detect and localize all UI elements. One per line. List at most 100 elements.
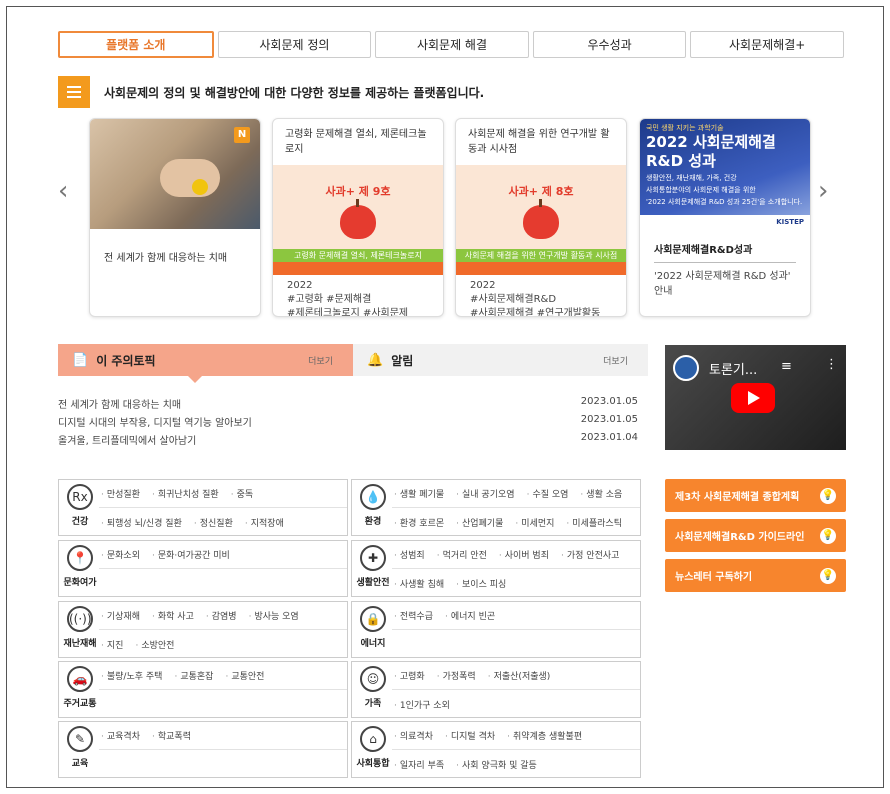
category-icon-block[interactable]: Rx 건강 — [61, 484, 99, 527]
news-title[interactable]: 올겨울, 트리플데믹에서 살아남기 — [58, 432, 196, 450]
news-row[interactable]: 전 세계가 함께 대응하는 치매 2023.01.05 — [58, 396, 648, 414]
category-icon-block[interactable]: 💧 환경 — [354, 484, 392, 527]
category-item[interactable]: 문화소외 — [101, 548, 140, 561]
news-title[interactable]: 디지털 시대의 부작용, 디지털 역기능 알아보기 — [58, 414, 252, 432]
news-title[interactable]: 전 세계가 함께 대응하는 치매 — [58, 396, 181, 414]
plan-button[interactable]: 제3차 사회문제해결 종합계획 💡 — [665, 479, 846, 512]
tab-problem-definition[interactable]: 사회문제 정의 — [217, 31, 372, 58]
category-item[interactable]: 정신질환 — [194, 516, 233, 529]
category-item[interactable]: 만성질환 — [101, 487, 140, 500]
tab-problem-solving-plus[interactable]: 사회문제해결+ — [690, 31, 844, 58]
category-icon-block[interactable]: ((·)) 재난재해 — [61, 606, 99, 649]
card-tags: #사회문제해결R&D — [470, 294, 557, 305]
tab-achievements[interactable]: 우수성과 — [532, 31, 687, 58]
poster-band-text: 고령화 문제해결 열쇠, 제론테크놀로지 — [273, 249, 443, 262]
category-item[interactable]: 소방안전 — [135, 638, 174, 651]
category-item[interactable]: 사회 양극화 및 갈등 — [456, 758, 537, 771]
card-tags: #사회문제해결 #연구개발활동 — [470, 308, 601, 317]
category-item[interactable]: 디지털 격차 — [445, 729, 495, 742]
category-item[interactable]: 미세플라스틱 — [566, 516, 622, 529]
video-title: 토론기... — [709, 363, 758, 378]
playlist-icon[interactable]: ≡ — [781, 359, 792, 374]
more-link[interactable]: 더보기 — [308, 354, 333, 367]
category-item[interactable]: 방사능 오염 — [249, 609, 298, 622]
category-item[interactable]: 의료격차 — [394, 729, 433, 742]
category-item[interactable]: 실내 공기오염 — [456, 487, 515, 500]
category-item[interactable]: 환경 호르몬 — [394, 516, 444, 529]
tab-problem-solving[interactable]: 사회문제 해결 — [375, 31, 529, 58]
category-item[interactable]: 생활 폐기물 — [394, 487, 444, 500]
category-row: 생활 폐기물 실내 공기오염 수질 오염 생활 소음 — [392, 480, 640, 508]
carousel-card-dementia[interactable]: N 전 세계가 함께 대응하는 치매 — [89, 118, 261, 317]
category-item[interactable]: 고령화 — [394, 669, 425, 682]
category-item[interactable]: 일자리 부족 — [394, 758, 444, 771]
category-item[interactable]: 화학 사고 — [152, 609, 194, 622]
category-item[interactable]: 퇴행성 뇌/신경 질환 — [101, 516, 182, 529]
category-item[interactable]: 저출산(저출생) — [488, 669, 551, 682]
category-icon-block[interactable]: ✚ 생활안전 — [354, 545, 392, 588]
category-item[interactable]: 감염병 — [206, 609, 237, 622]
category-label: 재난재해 — [63, 639, 97, 649]
category-item[interactable]: 불량/노후 주택 — [101, 669, 163, 682]
tab-weekly-topic[interactable]: 📄 이 주의토픽 더보기 — [58, 344, 353, 383]
intro-text: 사회문제의 정의 및 해결방안에 대한 다양한 정보를 제공하는 플랫폼입니다. — [104, 85, 485, 100]
category-item[interactable]: 성범죄 — [394, 548, 425, 561]
carousel-next-icon[interactable]: › — [818, 178, 828, 204]
category-icon-block[interactable]: 🔒 에너지 — [354, 606, 392, 649]
category-item[interactable]: 생활 소음 — [580, 487, 622, 500]
category-label: 교육 — [71, 759, 89, 769]
category-item[interactable]: 지적장애 — [245, 516, 284, 529]
category-row: 기상재해 화학 사고 감염병 방사능 오염 — [99, 602, 347, 630]
carousel-card-rd-results[interactable]: 국민 생활 지키는 과학기술 2022 사회문제해결 R&D 성과 생활안전, … — [639, 118, 811, 317]
card-title: 사회문제해결R&D성과 — [654, 245, 753, 256]
category-item[interactable]: 지진 — [101, 638, 124, 651]
category-item[interactable]: 교통안전 — [225, 669, 264, 682]
carousel-card-issue9[interactable]: 고령화 문제해결 열쇠, 제론테크놀로지 사과+ 제 9호 고령화 문제해결 열… — [272, 118, 444, 317]
category-icon-block[interactable]: ✎ 교육 — [61, 726, 99, 769]
category-item[interactable]: 1인가구 소외 — [394, 698, 450, 711]
tab-notice[interactable]: 🔔 알림 더보기 — [353, 344, 648, 376]
category-item[interactable]: 미세먼지 — [515, 516, 554, 529]
category-item[interactable]: 기상재해 — [101, 609, 140, 622]
category-item[interactable]: 교통혼잡 — [174, 669, 213, 682]
category-item[interactable]: 문화·여가공간 미비 — [152, 548, 230, 561]
category-item[interactable]: 중독 — [231, 487, 254, 500]
category-item[interactable]: 보이스 피싱 — [456, 577, 506, 590]
category-item[interactable]: 산업폐기물 — [456, 516, 503, 529]
category-item[interactable]: 에너지 빈곤 — [445, 609, 495, 622]
category-item[interactable]: 취약계층 생활불편 — [507, 729, 582, 742]
category-icon: 💧 — [360, 484, 386, 510]
bell-icon: 🔔 — [367, 352, 384, 368]
newsletter-poster: 사과+ 제 8호 사회문제 해결을 위한 연구개발 활동과 시사점 — [456, 165, 626, 275]
category-icon-block[interactable]: ⌂ 사회통합 — [354, 726, 392, 769]
category-item[interactable]: 가정폭력 — [437, 669, 476, 682]
category-item[interactable]: 사생활 침해 — [394, 577, 444, 590]
category-8: ✎ 교육 교육격차 학교폭력 — [58, 721, 348, 778]
carousel-prev-icon[interactable]: ‹ — [58, 178, 68, 204]
button-label: 사회문제해결R&D 가이드라인 — [675, 532, 805, 543]
newsletter-subscribe-button[interactable]: 뉴스레터 구독하기 💡 — [665, 559, 846, 592]
category-item[interactable]: 학교폭력 — [152, 729, 191, 742]
card-meta: 2022 #사회문제해결R&D #사회문제해결 #연구개발활동 — [456, 275, 626, 317]
card-caption: 전 세계가 함께 대응하는 치매 — [104, 253, 228, 264]
more-icon[interactable]: ⋮ — [825, 357, 838, 372]
news-row[interactable]: 올겨울, 트리플데믹에서 살아남기 2023.01.04 — [58, 432, 648, 450]
news-row[interactable]: 디지털 시대의 부작용, 디지털 역기능 알아보기 2023.01.05 — [58, 414, 648, 432]
guideline-button[interactable]: 사회문제해결R&D 가이드라인 💡 — [665, 519, 846, 552]
category-icon-block[interactable]: 🚗 주거교통 — [61, 666, 99, 709]
category-item[interactable]: 가정 안전사고 — [561, 548, 620, 561]
category-item[interactable]: 전력수급 — [394, 609, 433, 622]
carousel-card-issue8[interactable]: 사회문제 해결을 위한 연구개발 활동과 시사점 사과+ 제 8호 사회문제 해… — [455, 118, 627, 317]
tab-platform-intro[interactable]: 플랫폼 소개 — [58, 31, 214, 58]
category-item[interactable]: 희귀난치성 질환 — [152, 487, 219, 500]
youtube-video[interactable]: 토론기... ≡ ⋮ — [665, 345, 846, 450]
category-item[interactable]: 먹거리 안전 — [437, 548, 487, 561]
category-icon: ⌂ — [360, 726, 386, 752]
play-icon[interactable] — [731, 383, 775, 413]
category-item[interactable]: 교육격차 — [101, 729, 140, 742]
category-item[interactable]: 사이버 범죄 — [499, 548, 549, 561]
more-link[interactable]: 더보기 — [603, 354, 628, 367]
category-icon-block[interactable]: ☺ 가족 — [354, 666, 392, 709]
category-icon-block[interactable]: 📍 문화여가 — [61, 545, 99, 588]
category-item[interactable]: 수질 오염 — [527, 487, 568, 500]
